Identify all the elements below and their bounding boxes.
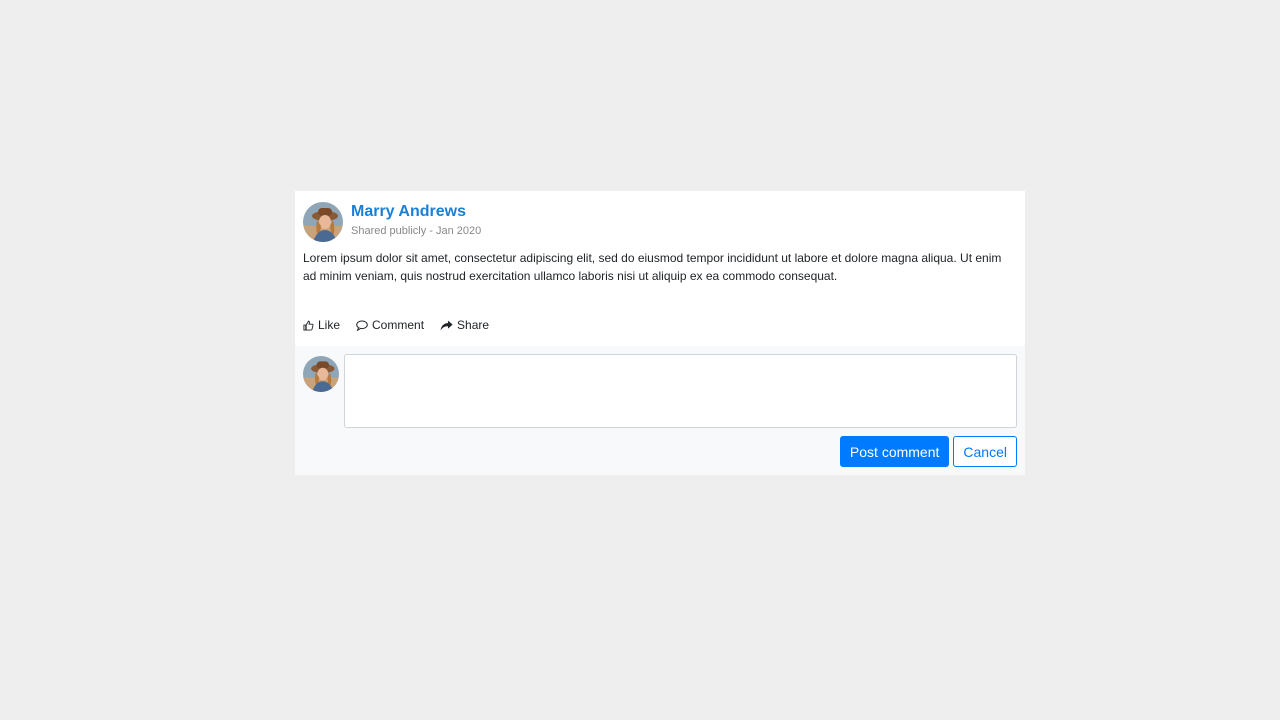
comment-buttons: Post comment Cancel — [303, 436, 1017, 467]
speech-bubble-icon — [356, 320, 368, 331]
cancel-button[interactable]: Cancel — [953, 436, 1017, 467]
like-label: Like — [318, 318, 341, 332]
post-actions: Like Comment Share — [303, 316, 1017, 334]
current-user-avatar — [303, 356, 339, 392]
comment-button[interactable]: Comment — [356, 318, 424, 332]
post-body: Lorem ipsum dolor sit amet, consectetur … — [303, 251, 1002, 283]
comment-input[interactable] — [344, 354, 1017, 428]
share-button[interactable]: Share — [440, 318, 489, 332]
post-content: Marry Andrews Shared publicly - Jan 2020… — [295, 191, 1025, 340]
share-label: Share — [457, 318, 490, 332]
author-avatar[interactable] — [303, 202, 343, 242]
thumbs-up-icon — [303, 320, 314, 331]
post-header: Marry Andrews Shared publicly - Jan 2020 — [303, 199, 1017, 242]
post-subtitle: Shared publicly - Jan 2020 — [351, 225, 482, 237]
comment-label: Comment — [372, 318, 425, 332]
author-meta: Marry Andrews Shared publicly - Jan 2020 — [351, 199, 481, 238]
comment-row — [303, 354, 1017, 428]
like-button[interactable]: Like — [303, 318, 340, 332]
comment-composer: Post comment Cancel — [295, 346, 1025, 475]
post-comment-button[interactable]: Post comment — [839, 436, 950, 467]
author-name[interactable]: Marry Andrews — [351, 203, 481, 221]
share-arrow-icon — [440, 320, 453, 330]
post-card: Marry Andrews Shared publicly - Jan 2020… — [295, 191, 1025, 475]
